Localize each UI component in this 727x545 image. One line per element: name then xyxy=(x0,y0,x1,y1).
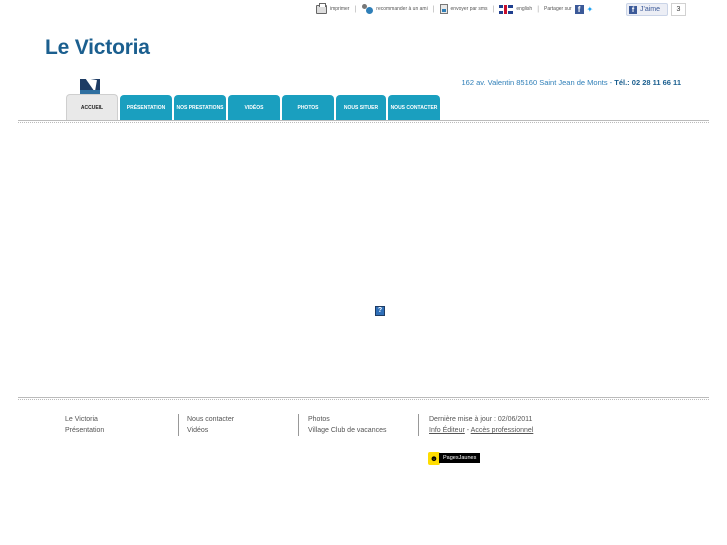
nav-tab-nous-situer[interactable]: NOUS SITUER xyxy=(336,95,386,121)
acces-pro-link[interactable]: Accès professionnel xyxy=(471,427,534,434)
footer-col-1: Le Victoria Présentation xyxy=(65,414,104,436)
sms-label: envoyer par sms xyxy=(450,6,488,12)
footer-link-videos[interactable]: Vidéos xyxy=(187,425,234,436)
phone-icon xyxy=(439,4,448,14)
share-group: Partager sur f ✦ xyxy=(544,4,594,14)
last-update: Dernière mise à jour : 02/06/2011 xyxy=(429,416,533,423)
twitter-icon[interactable]: ✦ xyxy=(587,5,594,14)
footer-link-contact[interactable]: Nous contacter xyxy=(187,414,234,425)
info-editeur-link[interactable]: Info Éditeur xyxy=(429,427,465,434)
footer-link-photos[interactable]: Photos xyxy=(308,414,386,425)
print-link[interactable]: imprimer xyxy=(316,2,350,14)
nav-tab-nos-prestations[interactable]: NOS PRESTATIONS xyxy=(174,95,226,121)
footer-col-2: Nous contacter Vidéos xyxy=(178,414,234,436)
printer-icon xyxy=(316,2,327,14)
logo xyxy=(80,79,100,94)
footer-link-home[interactable]: Le Victoria xyxy=(65,414,104,425)
like-label: J'aime xyxy=(640,6,661,13)
nav-tab-nous-contacter[interactable]: NOUS CONTACTER xyxy=(388,95,440,121)
print-label: imprimer xyxy=(330,6,350,12)
like-count: 3 xyxy=(671,3,686,16)
footer-col-4: Dernière mise à jour : 02/06/2011 Info É… xyxy=(418,414,533,436)
facebook-icon[interactable]: f xyxy=(574,4,584,14)
share-label: Partager sur xyxy=(544,6,572,12)
facebook-like-button[interactable]: f J'aime xyxy=(626,3,668,16)
nav-tab-photos[interactable]: PHOTOS xyxy=(282,95,334,121)
uk-flag-icon xyxy=(499,4,514,14)
english-label: english xyxy=(516,6,533,12)
nav-tab-presentation[interactable]: PRÉSENTATION xyxy=(120,95,172,121)
sms-link[interactable]: envoyer par sms xyxy=(439,4,488,14)
nav-tab-accueil[interactable]: ACCUEIL xyxy=(66,94,118,121)
footer-divider xyxy=(18,397,709,400)
pagesjaunes-label: PagesJaunes xyxy=(439,453,481,463)
footer-col-3: Photos Village Club de vacances xyxy=(298,414,386,436)
main-nav: ACCUEIL PRÉSENTATION NOS PRESTATIONS VID… xyxy=(66,94,442,121)
english-link[interactable]: english xyxy=(499,4,533,14)
nav-tab-videos[interactable]: VIDÉOS xyxy=(228,95,280,121)
utility-bar: imprimer | recommander à un ami | envoye… xyxy=(316,2,593,16)
recommend-label: recommander à un ami xyxy=(376,6,428,12)
users-icon xyxy=(361,4,374,14)
footer-dash: - xyxy=(466,427,470,434)
facebook-icon: f xyxy=(629,5,637,14)
recommend-link[interactable]: recommander à un ami xyxy=(361,4,428,14)
pagesjaunes-badge[interactable]: ☻ PagesJaunes xyxy=(428,451,481,465)
address: 162 av. Valentin 85160 Saint Jean de Mon… xyxy=(461,78,608,87)
footer-link-presentation[interactable]: Présentation xyxy=(65,425,104,436)
site-title[interactable]: Le Victoria xyxy=(45,36,150,60)
header-divider xyxy=(18,120,709,123)
footer-link-village[interactable]: Village Club de vacances xyxy=(308,425,386,436)
telephone: Tél.: 02 28 11 66 11 xyxy=(614,78,681,87)
missing-plugin-icon[interactable]: ? xyxy=(375,306,385,316)
address-line: 162 av. Valentin 85160 Saint Jean de Mon… xyxy=(461,78,682,87)
